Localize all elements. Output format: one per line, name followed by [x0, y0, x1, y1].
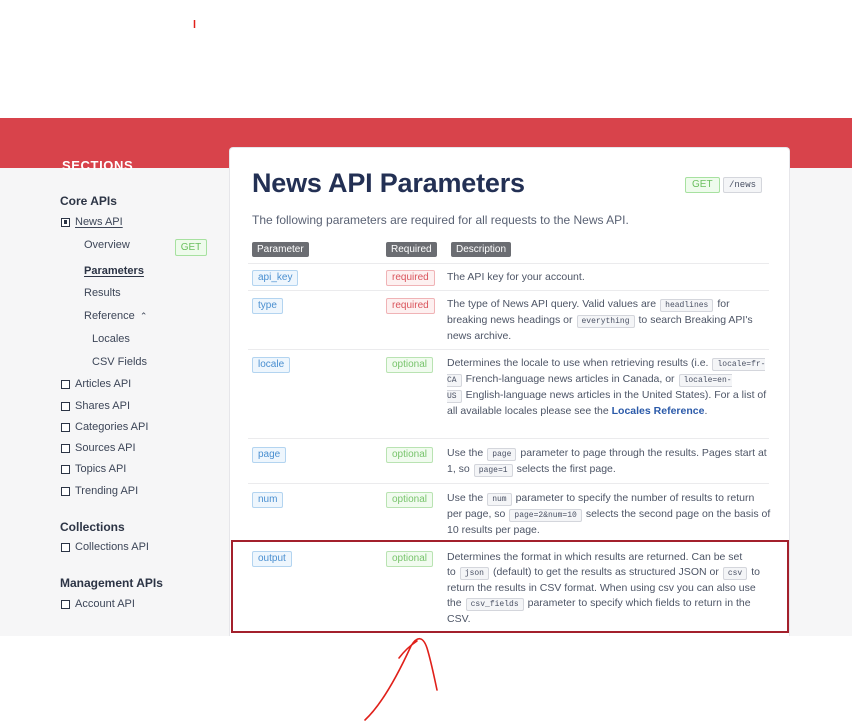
sidebar-item-account-api[interactable]: Account API — [61, 598, 135, 610]
table-row: api_key required The API key for your ac… — [248, 263, 769, 291]
code-snippet: page — [487, 448, 517, 461]
param-name: num — [252, 492, 284, 508]
checkbox-checked-icon — [61, 217, 70, 227]
checkbox-icon — [61, 486, 70, 496]
highlight-box — [231, 540, 789, 633]
param-name: type — [252, 298, 283, 314]
optional-badge: optional — [386, 357, 434, 373]
param-name: locale — [252, 357, 291, 373]
sidebar-sub-reference[interactable]: Reference ⌃ — [84, 310, 147, 322]
desc-text: Determines the locale to use when retrie… — [447, 357, 709, 369]
table-row: page optional Use the page parameter to pa… — [248, 438, 769, 484]
annotation-arrow-icon — [364, 637, 438, 721]
sidebar-item-trending-api[interactable]: Trending API — [61, 485, 138, 497]
param-description: The API key for your account. — [447, 270, 771, 285]
sidebar-item-news-api[interactable]: News API — [61, 216, 123, 228]
optional-badge: optional — [386, 447, 434, 463]
column-header-parameter: Parameter — [252, 242, 309, 257]
sidebar-item-label: Sources API — [75, 442, 136, 454]
checkbox-icon — [61, 422, 70, 432]
desc-text: English-language news articles in the Un… — [447, 389, 767, 417]
group-core-apis: Core APIs — [60, 194, 117, 208]
group-management-apis: Management APIs — [60, 576, 163, 590]
sidebar-item-label: Account API — [75, 598, 135, 610]
param-name: api_key — [252, 270, 299, 286]
checkbox-icon — [61, 464, 70, 474]
desc-text: selects the first page. — [516, 463, 616, 475]
required-badge: required — [386, 298, 435, 314]
checkbox-icon — [61, 379, 70, 389]
page-subtitle: The following parameters are required fo… — [252, 213, 629, 227]
sidebar-item-label: Trending API — [75, 485, 139, 497]
top-whitespace — [0, 0, 852, 118]
desc-text: French-language news articles in Canada,… — [465, 373, 675, 385]
column-header-required: Required — [386, 242, 437, 257]
required-badge: required — [386, 270, 435, 286]
sidebar-item-shares-api[interactable]: Shares API — [61, 400, 130, 412]
locales-reference-link[interactable]: Locales Reference — [612, 405, 705, 417]
column-header-description: Description — [451, 242, 512, 257]
code-snippet: num — [487, 493, 512, 506]
group-collections: Collections — [60, 520, 125, 534]
page-title: News API Parameters — [252, 168, 525, 198]
chevron-up-icon: ⌃ — [139, 311, 148, 321]
reference-label: Reference — [84, 310, 135, 322]
method-badge: GET — [685, 177, 720, 193]
param-description: The type of News API query. Valid values… — [447, 297, 771, 344]
param-description: Use the num parameter to specify the numbe… — [447, 491, 771, 538]
sidebar-item-articles-api[interactable]: Articles API — [61, 378, 131, 390]
sidebar-sub-results[interactable]: Results — [84, 287, 121, 299]
desc-text: Use the — [447, 492, 484, 504]
sidebar-item-topics-api[interactable]: Topics API — [61, 463, 126, 475]
sidebar-sub-parameters[interactable]: Parameters — [84, 265, 144, 277]
desc-text: The API key for your account. — [447, 271, 585, 283]
sidebar-item-label: Categories API — [75, 421, 149, 433]
annotation-dot — [193, 20, 196, 28]
code-snippet: page=2&num=10 — [509, 509, 582, 522]
sidebar-item-label: Topics API — [75, 463, 127, 475]
sidebar-title: SECTIONS — [62, 158, 134, 173]
sidebar-item-sources-api[interactable]: Sources API — [61, 442, 136, 454]
sidebar-item-label: News API — [75, 216, 123, 228]
param-description: Use the page parameter to page through the… — [447, 446, 771, 478]
checkbox-icon — [61, 599, 70, 609]
table-row: num optional Use the num parameter to spec… — [248, 483, 771, 542]
param-name: page — [252, 447, 287, 463]
code-snippet: everything — [576, 315, 635, 328]
sidebar-item-label: Articles API — [75, 378, 132, 390]
table-row: type required The type of News API query… — [248, 290, 769, 350]
desc-text: Use the — [447, 447, 484, 459]
optional-badge: optional — [386, 492, 434, 508]
checkbox-icon — [61, 542, 70, 552]
desc-text: The type of News API query. Valid values… — [447, 298, 657, 310]
code-snippet: headlines — [660, 299, 714, 312]
sidebar-item-label: Shares API — [75, 400, 131, 412]
sidebar-item-collections-api[interactable]: Collections API — [61, 541, 149, 553]
checkbox-icon — [61, 443, 70, 453]
overview-method-badge: GET — [175, 239, 207, 256]
sidebar-sub-locales[interactable]: Locales — [92, 333, 130, 345]
param-description: Determines the locale to use when retrie… — [447, 356, 771, 419]
table-row: locale optional Determines the locale to… — [248, 349, 769, 439]
endpoint-path: /news — [723, 177, 763, 193]
code-snippet: page=1 — [473, 464, 513, 477]
desc-text: . — [704, 405, 708, 417]
sidebar-item-label: Collections API — [75, 541, 149, 553]
sidebar-sub-csv-fields[interactable]: CSV Fields — [92, 356, 147, 368]
sidebar-sub-overview[interactable]: Overview — [84, 239, 130, 251]
checkbox-icon — [61, 401, 70, 411]
sidebar-item-categories-api[interactable]: Categories API — [61, 421, 148, 433]
